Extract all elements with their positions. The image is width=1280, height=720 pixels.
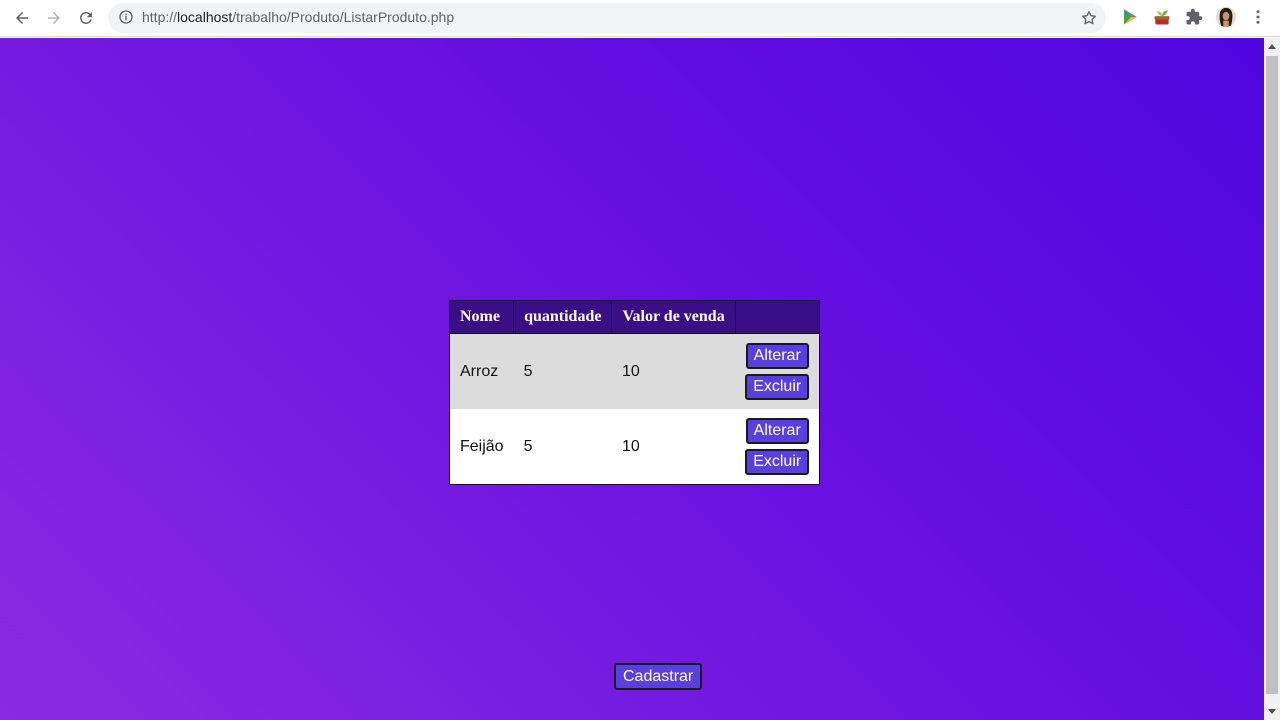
excluir-button[interactable]: Excluir	[745, 374, 810, 400]
table-row: Feijão 5 10 Alterar Excluir	[449, 409, 820, 485]
puzzle-extensions-icon[interactable]	[1183, 6, 1205, 28]
menu-kebab-icon[interactable]	[1247, 6, 1269, 28]
alterar-button[interactable]: Alterar	[745, 418, 809, 444]
info-icon[interactable]	[118, 9, 134, 25]
cell-actions: Alterar Excluir	[735, 333, 820, 409]
back-button[interactable]	[9, 5, 35, 31]
bookmark-star-icon[interactable]	[1080, 9, 1098, 27]
forward-button[interactable]	[41, 5, 67, 31]
url-text: http://localhost/trabalho/Produto/Listar…	[142, 9, 455, 25]
play-extension-icon[interactable]	[1119, 6, 1141, 28]
table-header-row: Nome quantidade Valor de venda	[448, 300, 821, 334]
plant-extension-icon[interactable]	[1151, 6, 1173, 28]
cell-actions: Alterar Excluir	[735, 409, 820, 485]
cell-nome: Arroz	[449, 333, 514, 409]
scroll-down-arrow-icon[interactable]	[1268, 709, 1276, 714]
products-table: Nome quantidade Valor de venda Arroz 5 1…	[448, 300, 821, 485]
arrow-right-icon	[48, 12, 60, 24]
vertical-scrollbar[interactable]	[1264, 38, 1280, 720]
alterar-button[interactable]: Alterar	[745, 343, 809, 369]
header-actions	[734, 300, 821, 334]
page-background: Nome quantidade Valor de venda Arroz 5 1…	[0, 38, 1264, 720]
header-nome: Nome	[448, 300, 515, 334]
reload-icon	[80, 11, 92, 24]
scroll-thumb[interactable]	[1266, 56, 1278, 694]
reload-button[interactable]	[73, 5, 99, 31]
cell-quantidade: 5	[513, 409, 612, 485]
cell-quantidade: 5	[513, 333, 612, 409]
browser-toolbar: http://localhost/trabalho/Produto/Listar…	[0, 0, 1280, 37]
cell-valor: 10	[611, 333, 736, 409]
header-quantidade: quantidade	[513, 300, 613, 334]
table-row: Arroz 5 10 Alterar Excluir	[449, 333, 820, 409]
header-valor-de-venda: Valor de venda	[611, 300, 736, 334]
cell-valor: 10	[611, 409, 736, 485]
cadastrar-button[interactable]: Cadastrar	[614, 663, 703, 690]
excluir-button[interactable]: Excluir	[745, 449, 810, 475]
address-bar[interactable]: http://localhost/trabalho/Produto/Listar…	[108, 3, 1106, 33]
scroll-up-arrow-icon[interactable]	[1268, 44, 1276, 49]
arrow-left-icon	[16, 12, 28, 24]
avatar[interactable]	[1215, 6, 1237, 28]
cell-nome: Feijão	[449, 409, 514, 485]
